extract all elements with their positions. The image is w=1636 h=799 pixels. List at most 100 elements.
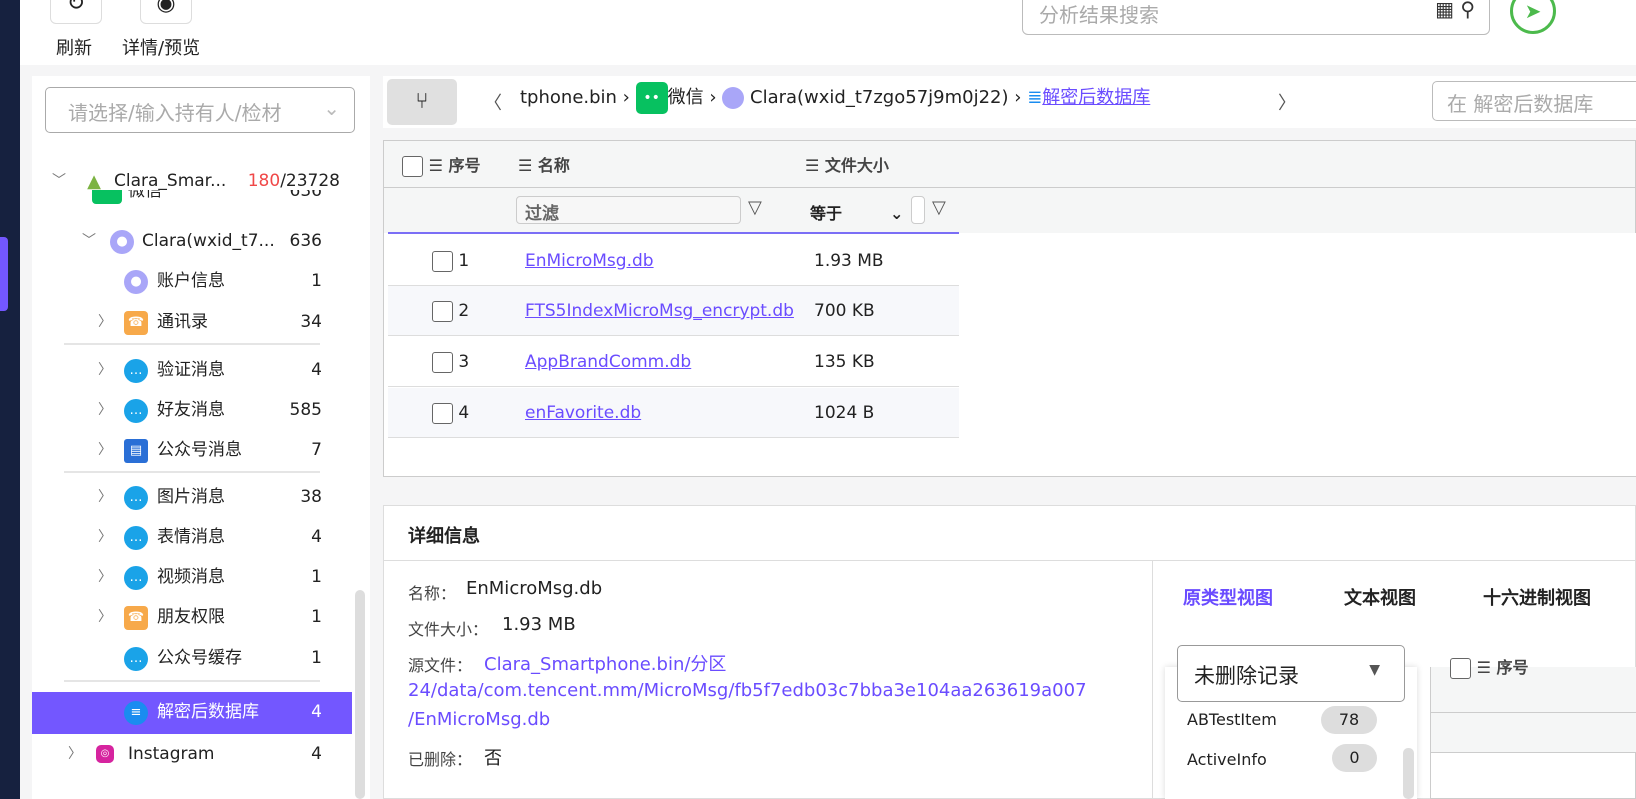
filter-icon[interactable]: ▽ bbox=[932, 197, 946, 218]
chevron-down-icon[interactable]: ﹀ bbox=[82, 221, 96, 261]
tree-item[interactable]: 〉 ▤ 公众号消息 7 bbox=[32, 430, 352, 470]
row-name-link[interactable]: FTS5IndexMicroMsg_encrypt.db bbox=[525, 286, 795, 336]
row-checkbox[interactable] bbox=[432, 300, 453, 322]
breadcrumb-search-input[interactable]: 在 解密后数据库 bbox=[1432, 81, 1636, 121]
crumb-decrypted-db[interactable]: 解密后数据库 bbox=[1042, 87, 1150, 108]
tree-account[interactable]: ﹀ ● Clara(wxid_t7... 636 bbox=[32, 221, 352, 261]
chevron-right-icon[interactable]: 〉 bbox=[98, 302, 112, 342]
divider bbox=[384, 187, 1636, 188]
refresh-button[interactable]: ↻ bbox=[50, 0, 102, 24]
database-icon: ≣ bbox=[1027, 87, 1043, 108]
row-index: 1 bbox=[458, 251, 470, 271]
refresh-label: 刷新 bbox=[56, 38, 92, 59]
size-filter-input[interactable] bbox=[911, 196, 925, 224]
filter-icon[interactable]: ▽ bbox=[748, 197, 762, 218]
records-filter-row bbox=[1431, 713, 1636, 753]
record-filter-dropdown[interactable]: 未删除记录 ▼ bbox=[1177, 645, 1405, 702]
holder-select[interactable]: 请选择/输入持有人/检材 ⌄ bbox=[45, 87, 355, 133]
row-checkbox[interactable] bbox=[432, 402, 453, 424]
db-table-item[interactable]: ActiveInfo bbox=[1187, 750, 1267, 769]
chevron-right-icon[interactable]: 〉 bbox=[98, 597, 112, 637]
item-label: 公众号消息 bbox=[157, 440, 242, 460]
table-row[interactable]: 3 AppBrandComm.db 135 KB bbox=[388, 337, 959, 387]
preview-label: 详情/预览 bbox=[122, 38, 201, 59]
item-label: 通讯录 bbox=[157, 312, 208, 332]
size-value: 1.93 MB bbox=[502, 614, 576, 635]
preview-button[interactable]: ◉ bbox=[140, 0, 192, 24]
divider bbox=[1152, 560, 1153, 799]
breadcrumb-back-icon[interactable]: 〈 bbox=[484, 89, 502, 115]
col-header-name[interactable]: 名称 bbox=[538, 156, 570, 175]
tree-item[interactable]: 〉 ☎ 朋友权限 1 bbox=[32, 597, 352, 637]
chevron-right-icon[interactable]: 〉 bbox=[98, 477, 112, 517]
deleted-value: 否 bbox=[484, 748, 502, 769]
tree-item[interactable]: … 公众号缓存 1 bbox=[32, 638, 352, 678]
name-filter-input[interactable]: 过滤 bbox=[516, 196, 741, 224]
item-count: 38 bbox=[300, 487, 322, 507]
contacts-icon: ☎ bbox=[124, 606, 148, 630]
item-label: 视频消息 bbox=[157, 567, 225, 587]
item-label: 验证消息 bbox=[157, 360, 225, 380]
table-row[interactable]: 4 enFavorite.db 1024 B bbox=[388, 388, 959, 438]
tree-wechat[interactable]: 微信 636 bbox=[32, 190, 352, 212]
size-operator-select[interactable]: 等于 ⌄ bbox=[810, 200, 903, 224]
tree-item[interactable]: 〉 … 图片消息 38 bbox=[32, 477, 352, 517]
select-all-checkbox[interactable] bbox=[402, 156, 423, 177]
col-header-size[interactable]: 文件大小 bbox=[825, 156, 889, 175]
divider bbox=[64, 471, 320, 473]
breadcrumb: tphone.bin › •• 微信 › Clara(wxid_t7zgo57j9… bbox=[520, 82, 1150, 114]
crumb-file[interactable]: tphone.bin bbox=[520, 87, 617, 108]
branch-icon[interactable]: ⑂ bbox=[387, 79, 457, 125]
row-name-link[interactable]: EnMicroMsg.db bbox=[525, 236, 795, 286]
row-name-link[interactable]: enFavorite.db bbox=[525, 388, 795, 438]
source-link[interactable]: /EnMicroMsg.db bbox=[408, 709, 550, 730]
chevron-right-icon[interactable]: 〉 bbox=[98, 517, 112, 557]
tree-item[interactable]: 〉 … 表情消息 4 bbox=[32, 517, 352, 557]
chat-bubble-icon: … bbox=[124, 566, 148, 590]
table-row[interactable]: 2 FTS5IndexMicroMsg_encrypt.db 700 KB bbox=[388, 286, 959, 336]
user-icon: ● bbox=[124, 270, 148, 294]
tab-hex-view[interactable]: 十六进制视图 bbox=[1483, 584, 1591, 610]
chat-bubble-icon: … bbox=[124, 647, 148, 671]
row-size: 135 KB bbox=[814, 352, 875, 372]
crumb-account[interactable]: Clara(wxid_t7zgo57j9m0j22) bbox=[750, 87, 1009, 108]
search-placeholder: 分析结果搜索 bbox=[1039, 3, 1159, 27]
chevron-right-icon[interactable]: 〉 bbox=[98, 390, 112, 430]
chevron-right-icon[interactable]: 〉 bbox=[98, 557, 112, 597]
col-header-index[interactable]: 序号 bbox=[1497, 658, 1529, 677]
row-size: 700 KB bbox=[814, 301, 875, 321]
select-all-checkbox[interactable] bbox=[1450, 658, 1471, 679]
table-list-scrollbar[interactable] bbox=[1403, 748, 1414, 799]
breadcrumb-forward-icon[interactable]: 〉 bbox=[1278, 89, 1296, 115]
tree-item-decrypted-db[interactable]: ≡ 解密后数据库 4 bbox=[32, 692, 352, 734]
divider bbox=[388, 232, 959, 234]
row-index: 2 bbox=[458, 301, 470, 321]
tab-original-view[interactable]: 原类型视图 bbox=[1183, 584, 1273, 610]
result-search-input[interactable]: 分析结果搜索 ▦ ⚲ bbox=[1022, 0, 1490, 35]
row-checkbox[interactable] bbox=[432, 351, 453, 373]
col-header-index[interactable]: 序号 bbox=[449, 156, 481, 175]
chevron-right-icon[interactable]: 〉 bbox=[98, 350, 112, 390]
tab-text-view[interactable]: 文本视图 bbox=[1344, 584, 1416, 610]
user-avatar-icon bbox=[722, 87, 745, 109]
source-link[interactable]: Clara_Smartphone.bin/分区 bbox=[484, 650, 726, 676]
item-count: 1 bbox=[311, 648, 322, 668]
wechat-icon: •• bbox=[635, 82, 668, 114]
table-row[interactable]: 1 EnMicroMsg.db 1.93 MB bbox=[388, 236, 959, 286]
tree-item[interactable]: 〉 ☎ 通讯录 34 bbox=[32, 302, 352, 342]
crumb-wechat[interactable]: 微信 bbox=[668, 87, 704, 108]
size-key: 文件大小： bbox=[408, 620, 489, 639]
row-checkbox[interactable] bbox=[432, 250, 453, 272]
tree-scrollbar[interactable] bbox=[355, 590, 365, 799]
chevron-right-icon[interactable]: 〉 bbox=[68, 734, 82, 774]
tree-item-instagram[interactable]: 〉 ◎ Instagram 4 bbox=[32, 734, 352, 774]
tree-item[interactable]: ● 账户信息 1 bbox=[32, 261, 352, 301]
calendar-search-icon[interactable]: ▦ ⚲ bbox=[1435, 0, 1475, 21]
tree-item[interactable]: 〉 … 好友消息 585 bbox=[32, 390, 352, 430]
row-name-link[interactable]: AppBrandComm.db bbox=[525, 337, 795, 387]
chevron-right-icon[interactable]: 〉 bbox=[98, 430, 112, 470]
tree-item[interactable]: 〉 … 验证消息 4 bbox=[32, 350, 352, 390]
tree-item[interactable]: 〉 … 视频消息 1 bbox=[32, 557, 352, 597]
db-table-item[interactable]: ABTestItem bbox=[1187, 710, 1277, 729]
source-link[interactable]: 24/data/com.tencent.mm/MicroMsg/fb5f7edb… bbox=[408, 680, 1087, 701]
